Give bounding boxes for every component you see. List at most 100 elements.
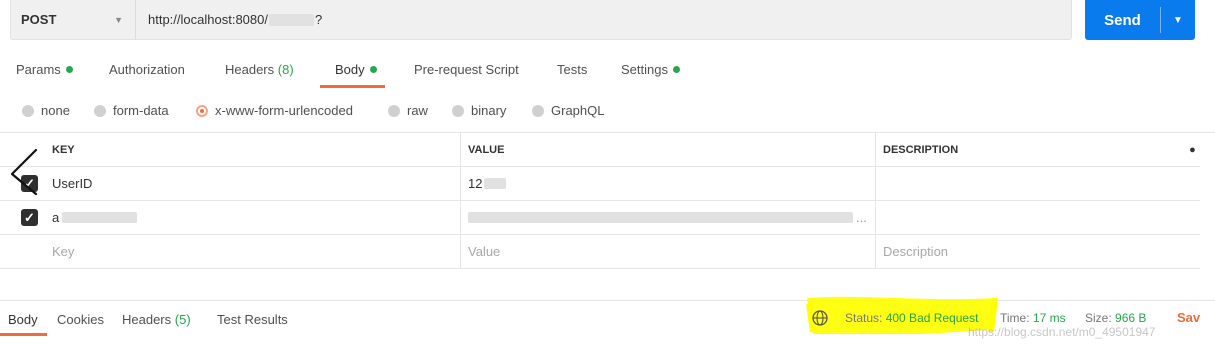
status-dot-icon (65, 66, 73, 73)
radio-icon (94, 104, 106, 117)
tab-body[interactable]: Body (335, 62, 377, 77)
save-response-button[interactable]: Sav (1177, 310, 1200, 325)
tab-params[interactable]: Params (16, 62, 73, 77)
value-placeholder: Value (468, 244, 501, 259)
tab-authorization[interactable]: Authorization (109, 62, 185, 77)
url-input[interactable]: http://localhost:8080/ ? (136, 12, 322, 27)
tab-settings-label: Settings (621, 62, 668, 77)
table-row-new: Key Value Description (0, 235, 1200, 269)
row-value-input[interactable]: ... (460, 201, 875, 234)
response-tab-cookies-label: Cookies (57, 312, 104, 327)
radio-none[interactable]: none (22, 103, 70, 118)
response-tab-test-results[interactable]: Test Results (217, 312, 288, 327)
value-redacted-segment (484, 178, 507, 189)
row-key-input[interactable]: a (45, 201, 460, 234)
radio-form-data[interactable]: form-data (94, 103, 169, 118)
column-header-key: KEY (52, 143, 75, 156)
row-value-text: 12 (468, 176, 483, 191)
send-options-chevron-icon[interactable]: ▼ (1161, 15, 1195, 26)
method-select[interactable]: POST ▼ (11, 0, 136, 39)
status-value[interactable]: 400 Bad Request (886, 311, 979, 325)
body-type-radio-group: none form-data x-www-form-urlencoded raw… (0, 100, 640, 122)
response-tab-cookies[interactable]: Cookies (57, 312, 104, 327)
radio-selected-icon (196, 104, 208, 117)
tab-authorization-label: Authorization (109, 62, 185, 77)
row-value-ellipsis: ... (856, 210, 867, 225)
radio-none-label: none (41, 103, 70, 118)
tab-headers-count: (8) (277, 62, 294, 77)
request-tabs: Params Authorization Headers (8) Body Pr… (0, 58, 720, 88)
status-label: Status: (845, 311, 883, 325)
status-dot-icon (369, 66, 377, 73)
row-key-input[interactable]: UserID (45, 167, 460, 200)
response-time: Time: 17 ms (1000, 311, 1066, 325)
row-checkbox[interactable]: ✓ (21, 209, 38, 226)
row-key-text: a (52, 210, 60, 225)
response-status: Status: 400 Bad Request (845, 311, 978, 325)
active-tab-indicator (320, 85, 385, 88)
request-bar: POST ▼ http://localhost:8080/ ? (10, 0, 1072, 40)
radio-raw-label: raw (407, 103, 428, 118)
watermark-text: https://blog.csdn.net/m0_49501947 (968, 325, 1156, 339)
more-options-icon[interactable]: ● (1185, 133, 1200, 166)
table-row: ✓ UserID 12 (0, 167, 1200, 201)
response-tab-body-label: Body (8, 312, 38, 327)
radio-icon (388, 104, 400, 117)
chevron-down-icon: ▼ (114, 14, 123, 25)
radio-icon (22, 104, 34, 117)
description-placeholder: Description (883, 244, 949, 259)
radio-binary-label: binary (471, 103, 507, 118)
radio-icon (532, 104, 544, 117)
send-label: Send (1104, 11, 1141, 29)
status-dot-icon (672, 66, 680, 73)
tab-settings[interactable]: Settings (621, 62, 680, 77)
radio-form-data-label: form-data (113, 103, 169, 118)
new-value-input[interactable]: Value (460, 235, 875, 268)
row-key-text: UserID (52, 176, 93, 191)
radio-icon (452, 104, 464, 117)
value-redacted-segment (468, 212, 853, 223)
size-value[interactable]: 966 B (1115, 311, 1146, 325)
row-description-input[interactable] (875, 167, 1185, 200)
response-tab-test-results-label: Test Results (217, 312, 288, 327)
tab-tests-label: Tests (557, 62, 588, 77)
globe-icon[interactable] (811, 309, 829, 327)
tab-body-label: Body (335, 62, 365, 77)
tab-prerequest-script[interactable]: Pre-request Script (414, 62, 519, 77)
url-suffix: ? (314, 12, 323, 27)
time-label: Time: (1000, 311, 1030, 325)
method-value: POST (21, 12, 57, 27)
tab-prerequest-label: Pre-request Script (414, 62, 519, 77)
radio-graphql-label: GraphQL (551, 103, 605, 118)
radio-graphql[interactable]: GraphQL (532, 103, 604, 118)
size-label: Size: (1085, 311, 1112, 325)
column-header-value: VALUE (460, 133, 875, 166)
tab-headers-label: Headers (225, 62, 275, 77)
tab-headers[interactable]: Headers (8) (225, 62, 294, 77)
tab-params-label: Params (16, 62, 61, 77)
response-tab-headers-label: Headers (122, 312, 172, 327)
annotation-arrow-icon (10, 148, 38, 196)
row-description-input[interactable] (875, 201, 1185, 234)
new-key-input[interactable]: Key (45, 235, 460, 268)
response-size: Size: 966 B (1085, 311, 1146, 325)
tab-tests[interactable]: Tests (557, 62, 587, 77)
send-button[interactable]: Send ▼ (1085, 0, 1195, 40)
radio-binary[interactable]: binary (452, 103, 506, 118)
time-value[interactable]: 17 ms (1033, 311, 1066, 325)
column-header-description: DESCRIPTION (875, 133, 1185, 166)
response-tab-headers[interactable]: Headers (5) (122, 312, 191, 327)
response-tab-headers-count: (5) (174, 312, 191, 327)
key-redacted-segment (62, 212, 138, 223)
params-table: KEY VALUE DESCRIPTION ● ✓ UserID 12 ✓ a … (0, 132, 1215, 269)
row-value-input[interactable]: 12 (460, 167, 875, 200)
response-active-tab-indicator (0, 333, 47, 336)
table-header-row: KEY VALUE DESCRIPTION ● (0, 133, 1200, 167)
radio-urlencoded-label: x-www-form-urlencoded (215, 103, 353, 118)
url-prefix: http://localhost:8080/ (148, 12, 268, 27)
radio-x-www-form-urlencoded[interactable]: x-www-form-urlencoded (196, 103, 353, 118)
response-tab-body[interactable]: Body (8, 312, 38, 327)
radio-raw[interactable]: raw (388, 103, 428, 118)
new-description-input[interactable]: Description (875, 235, 1185, 268)
key-placeholder: Key (52, 244, 75, 259)
